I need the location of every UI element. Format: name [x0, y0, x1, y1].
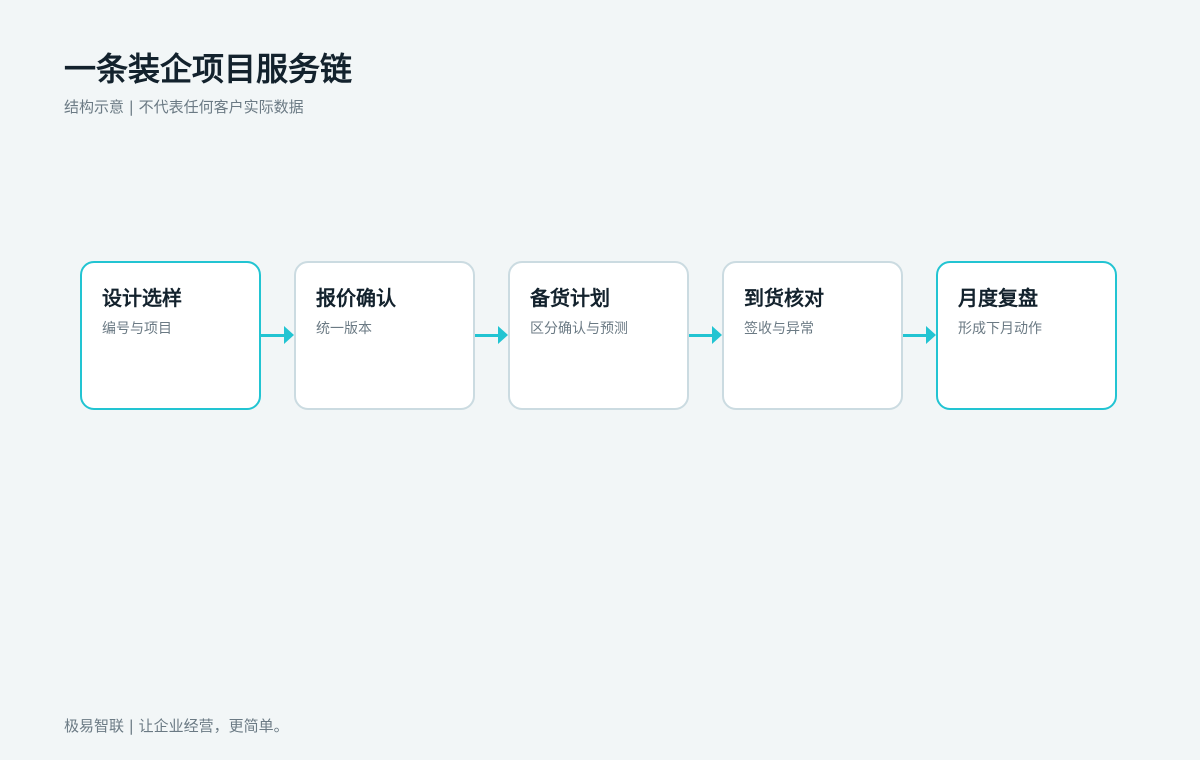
step-subtitle: 统一版本	[316, 321, 372, 337]
step-subtitle: 编号与项目	[102, 321, 172, 337]
step-card-monthly-review: 月度复盘 形成下月动作	[936, 261, 1117, 410]
step-title: 报价确认	[316, 286, 396, 310]
page: 一条装企项目服务链 结构示意 | 不代表任何客户实际数据 设计选样 编号与项目 …	[0, 0, 1200, 760]
step-card-stock-planning: 备货计划 区分确认与预测	[508, 261, 689, 410]
step-title: 设计选样	[102, 286, 182, 310]
step-subtitle: 签收与异常	[744, 321, 814, 337]
step-card-design-selection: 设计选样 编号与项目	[80, 261, 261, 410]
flow-arrow-icon	[903, 325, 936, 345]
step-subtitle: 区分确认与预测	[530, 321, 628, 337]
flow-arrow-icon	[689, 325, 722, 345]
flow-arrow-icon	[261, 325, 294, 345]
step-title: 月度复盘	[958, 286, 1038, 310]
flow-arrow-icon	[475, 325, 508, 345]
step-subtitle: 形成下月动作	[958, 321, 1042, 337]
footer-tagline: 极易智联 | 让企业经营，更简单。	[64, 717, 289, 735]
step-card-quote-confirmation: 报价确认 统一版本	[294, 261, 475, 410]
step-title: 到货核对	[744, 286, 824, 310]
step-title: 备货计划	[530, 286, 610, 310]
service-chain: 设计选样 编号与项目 报价确认 统一版本 备货计划 区分确认与预测 到货核对 签…	[0, 0, 1200, 760]
step-card-delivery-check: 到货核对 签收与异常	[722, 261, 903, 410]
